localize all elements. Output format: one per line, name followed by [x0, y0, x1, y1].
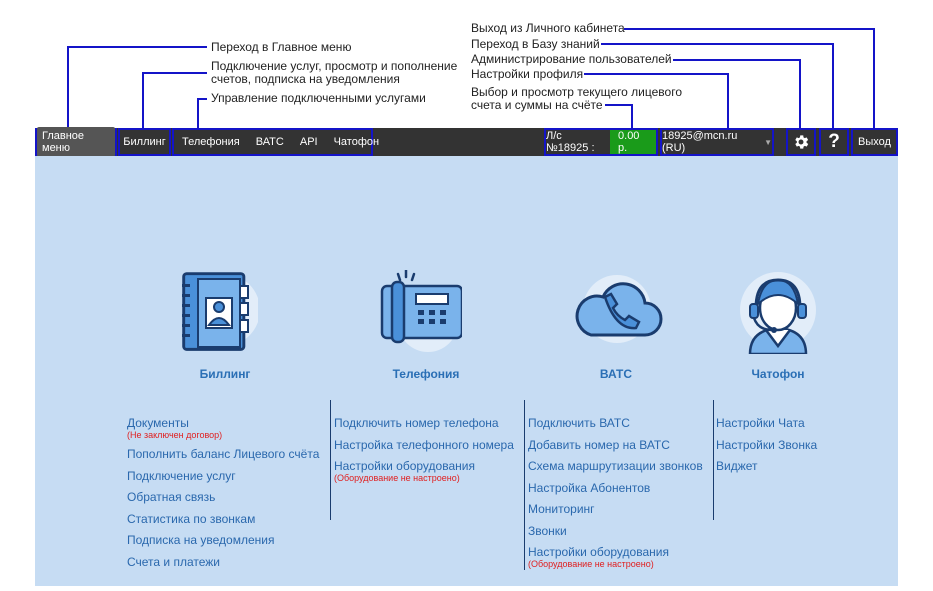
link-call-statistics[interactable]: Статистика по звонкам	[127, 512, 319, 534]
link-top-up-balance[interactable]: Пополнить баланс Лицевого счёта	[127, 447, 319, 469]
connector-main-menu	[67, 46, 207, 128]
gear-icon	[795, 135, 809, 149]
warning-note: (Не заключен договор)	[127, 430, 223, 440]
link-add-number-vats[interactable]: Добавить номер на ВАТС	[528, 438, 703, 460]
main-menu-button[interactable]: Главное меню	[35, 127, 117, 157]
link-number-settings[interactable]: Настройка телефонного номера	[334, 438, 514, 460]
cloud-phone-icon[interactable]	[573, 275, 663, 359]
warning-note: (Оборудование не настроено)	[528, 559, 654, 569]
vats-links: Подключить ВАТС Добавить номер на ВАТС С…	[528, 416, 703, 569]
section-title-chatofon[interactable]: Чатофон	[718, 367, 838, 381]
services-tabs: Телефония ВАТС API Чатофон	[172, 128, 379, 156]
connector-knowledge	[601, 43, 834, 128]
telephony-links: Подключить номер телефона Настройка теле…	[334, 416, 514, 483]
chevron-down-icon: ▼	[764, 137, 772, 147]
tab-telephony[interactable]: Телефония	[174, 136, 248, 148]
user-email: 18925@mcn.ru (RU)	[662, 130, 738, 154]
main-menu-label: Главное меню	[37, 127, 115, 157]
section-title-telephony[interactable]: Телефония	[366, 367, 486, 381]
link-connect-vats[interactable]: Подключить ВАТС	[528, 416, 703, 438]
link-notifications[interactable]: Подписка на уведомления	[127, 533, 319, 555]
connector-profile	[584, 73, 729, 128]
link-equipment-settings[interactable]: Настройки оборудования (Оборудование не …	[334, 459, 514, 483]
annotation-connectors	[67, 28, 875, 128]
connector-services	[197, 98, 207, 128]
tab-chatofon[interactable]: Чатофон	[326, 136, 387, 148]
column-divider	[330, 400, 331, 520]
settings-button[interactable]	[786, 128, 816, 156]
column-divider	[713, 400, 714, 520]
link-call-settings[interactable]: Настройки Звонка	[716, 438, 817, 460]
profile-dropdown[interactable]: 18925@mcn.ru (RU) ▼	[660, 128, 774, 156]
column-divider	[524, 400, 525, 570]
balance-badge: 0.00 р.	[610, 130, 656, 154]
tab-api[interactable]: API	[292, 136, 326, 148]
link-calls[interactable]: Звонки	[528, 524, 703, 546]
help-button[interactable]: ?	[819, 128, 849, 156]
warning-note: (Оборудование не настроено)	[334, 473, 460, 483]
connector-account	[605, 104, 633, 128]
logout-button[interactable]: Выход	[851, 128, 898, 156]
link-monitoring[interactable]: Мониторинг	[528, 502, 703, 524]
chatofon-links: Настройки Чата Настройки Звонка Виджет	[716, 416, 817, 481]
link-widget[interactable]: Виджет	[716, 459, 817, 481]
address-book-icon[interactable]	[174, 270, 260, 354]
billing-tab[interactable]: Биллинг	[118, 128, 171, 156]
link-connect-services[interactable]: Подключение услуг	[127, 469, 319, 491]
desk-phone-icon[interactable]	[378, 268, 464, 354]
logout-label: Выход	[858, 136, 891, 148]
account-label: Л/с №18925 :	[546, 130, 595, 154]
tab-vats[interactable]: ВАТС	[248, 136, 292, 148]
link-routing-scheme[interactable]: Схема маршрутизации звонков	[528, 459, 703, 481]
section-title-vats[interactable]: ВАТС	[556, 367, 676, 381]
link-documents[interactable]: Документы (Не заключен договор)	[127, 416, 319, 447]
headset-operator-icon[interactable]	[736, 270, 820, 356]
link-vats-equipment-settings[interactable]: Настройки оборудования (Оборудование не …	[528, 545, 703, 569]
section-title-billing[interactable]: Биллинг	[165, 367, 285, 381]
link-subscriber-settings[interactable]: Настройка Абонентов	[528, 481, 703, 503]
link-connect-number[interactable]: Подключить номер телефона	[334, 416, 514, 438]
connector-users-admin	[673, 59, 801, 128]
link-feedback[interactable]: Обратная связь	[127, 490, 319, 512]
link-chat-settings[interactable]: Настройки Чата	[716, 416, 817, 438]
billing-tab-label: Биллинг	[123, 136, 166, 148]
link-invoices-payments[interactable]: Счета и платежи	[127, 555, 319, 577]
account-selector[interactable]: Л/с №18925 : 0.00 р.	[544, 128, 658, 156]
help-icon: ?	[828, 131, 840, 152]
billing-links: Документы (Не заключен договор) Пополнит…	[127, 416, 319, 576]
